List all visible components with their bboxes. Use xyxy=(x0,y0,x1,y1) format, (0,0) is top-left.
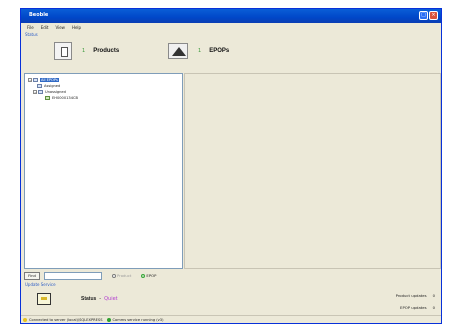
folder-icon xyxy=(37,83,42,88)
product-updates-label: Product updates xyxy=(395,293,427,298)
tree-node-assigned[interactable]: Assigned xyxy=(37,83,60,88)
epops-label: EPOPs xyxy=(209,48,230,54)
status-panel: Status 1 Products 1 EPOPs xyxy=(21,31,441,73)
radio-button-icon xyxy=(141,273,146,278)
radio-epop-label: EPOP xyxy=(146,273,157,278)
find-input[interactable] xyxy=(44,271,102,280)
window-controls: □ × xyxy=(419,11,438,20)
connection-status: Connected to server (local)\SQLEXPRESS xyxy=(23,317,103,322)
find-button[interactable]: Find xyxy=(24,271,40,280)
products-summary[interactable]: 1 Products xyxy=(54,41,119,61)
image-icon xyxy=(168,43,188,59)
radio-product[interactable]: Product xyxy=(112,273,131,278)
status-bar: Connected to server (local)\SQLEXPRESS C… xyxy=(21,315,441,323)
menu-help[interactable]: Help xyxy=(72,25,81,30)
radio-epop[interactable]: EPOP xyxy=(141,273,156,278)
close-button[interactable]: × xyxy=(429,11,438,20)
title-bar[interactable]: Beoble □ × xyxy=(21,9,441,23)
document-icon xyxy=(54,42,72,60)
tree-node-label: All EPOPs xyxy=(40,77,59,82)
update-service-panel: Update Service Status - Quiet Product up… xyxy=(21,281,441,315)
menu-bar: File Edit View Help xyxy=(21,23,441,31)
update-status: Status - Quiet xyxy=(81,296,118,302)
collapse-icon[interactable]: − xyxy=(28,77,32,82)
radio-product-label: Product xyxy=(117,273,132,278)
status-value: Quiet xyxy=(104,296,118,302)
service-status: Comms service running (v3) xyxy=(106,317,164,322)
folder-icon xyxy=(38,89,43,94)
menu-edit[interactable]: Edit xyxy=(41,25,49,30)
connection-text: Connected to server (local)\SQLEXPRESS xyxy=(29,317,103,322)
connection-icon xyxy=(23,317,27,322)
status-caption: Status xyxy=(25,32,38,37)
tree-pane[interactable]: − All EPOPs Assigned − Unassigned EH0000… xyxy=(24,73,183,269)
folder-icon xyxy=(33,77,38,82)
menu-view[interactable]: View xyxy=(55,25,65,30)
epops-summary[interactable]: 1 EPOPs xyxy=(168,41,229,61)
products-count: 1 xyxy=(82,48,86,54)
tree-node-label: EH0000134CB xyxy=(52,95,78,100)
tree-node-label: Unassigned xyxy=(45,89,66,94)
status-separator: - xyxy=(99,296,102,302)
epops-count: 1 xyxy=(198,48,202,54)
product-updates-value: 0 xyxy=(432,293,435,298)
epop-updates-row: EPOP updates 0 xyxy=(400,305,435,310)
epop-updates-label: EPOP updates xyxy=(400,305,427,310)
products-label: Products xyxy=(93,48,120,54)
window-title: Beoble xyxy=(29,12,49,18)
service-text: Comms service running (v3) xyxy=(112,317,164,322)
tree-node-all-epops[interactable]: − All EPOPs xyxy=(28,77,59,82)
update-service-caption: Update Service xyxy=(25,282,56,287)
collapse-icon[interactable]: − xyxy=(33,89,37,94)
menu-file[interactable]: File xyxy=(27,25,34,30)
product-updates-row: Product updates 0 xyxy=(396,293,435,298)
detail-pane xyxy=(184,73,441,269)
find-bar: Find Product EPOP xyxy=(24,271,441,280)
app-window: Beoble □ × File Edit View Help Status 1 … xyxy=(20,8,442,324)
service-running-icon xyxy=(106,317,111,322)
epop-updates-value: 0 xyxy=(432,305,435,310)
tree-node-item[interactable]: EH0000134CB xyxy=(45,95,78,100)
status-label: Status xyxy=(81,296,97,302)
maximize-button[interactable]: □ xyxy=(419,11,428,20)
epop-icon xyxy=(45,95,50,100)
radio-button-icon xyxy=(112,273,116,278)
tree-node-label: Assigned xyxy=(44,83,61,88)
service-icon xyxy=(37,293,51,305)
tree-node-unassigned[interactable]: − Unassigned xyxy=(33,89,66,94)
